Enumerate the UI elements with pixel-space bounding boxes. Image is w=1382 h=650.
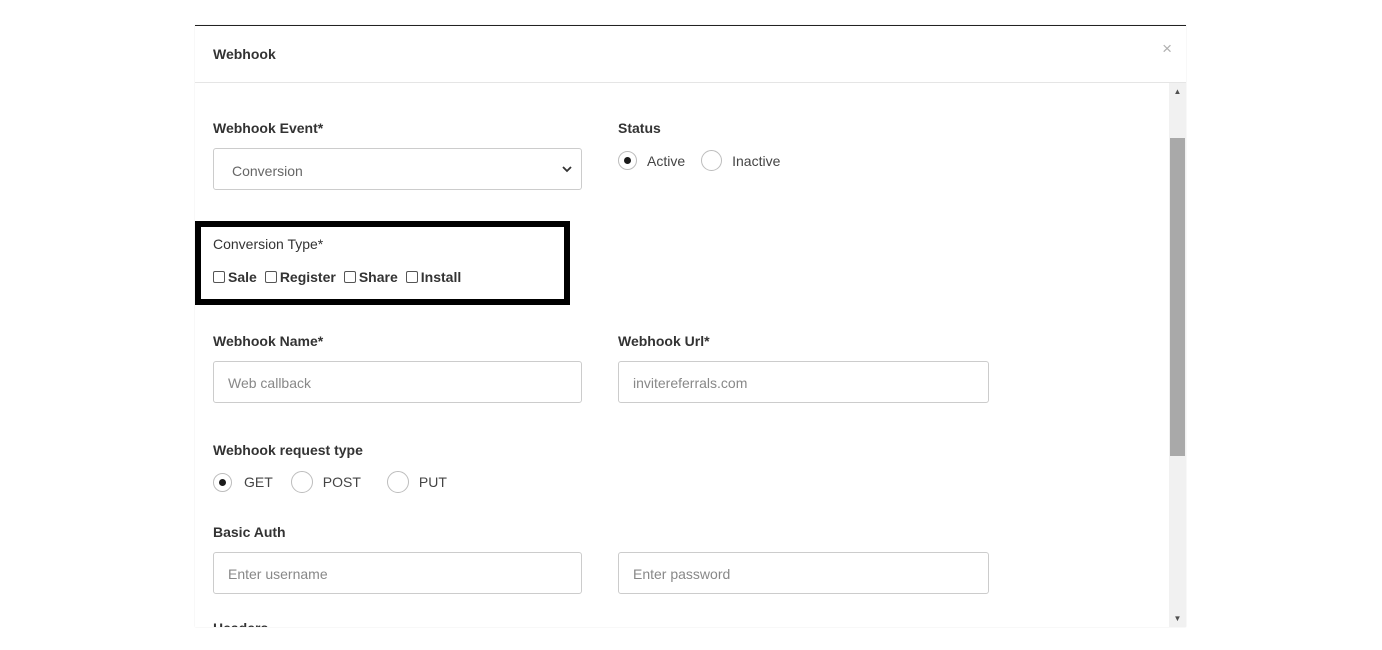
triangle-up-icon[interactable]: ▲ [1169, 83, 1186, 100]
status-active-label: Active [647, 152, 686, 169]
close-icon[interactable]: × [1162, 40, 1172, 57]
checkbox-icon [213, 271, 225, 283]
checkbox-sale-label: Sale [228, 269, 257, 285]
chevron-down-icon [562, 166, 572, 173]
modal-header: Webhook × [195, 26, 1186, 83]
username-input[interactable]: Enter username [213, 552, 582, 594]
webhook-event-value: Conversion [232, 163, 303, 179]
checkbox-install-label: Install [420, 269, 462, 285]
modal-title: Webhook [213, 46, 276, 62]
webhook-modal: Webhook × Webhook Event* Conversion Stat… [195, 25, 1186, 627]
radio-checked-icon [213, 472, 232, 492]
radio-unchecked-icon [701, 150, 723, 171]
request-get-radio[interactable]: GET [213, 472, 273, 492]
triangle-down-icon[interactable]: ▼ [1169, 610, 1186, 627]
checkbox-share[interactable]: Share [343, 269, 398, 285]
webhook-event-select[interactable]: Conversion [213, 148, 582, 190]
password-placeholder: Enter password [633, 566, 731, 582]
headers-label: Headers [213, 620, 268, 627]
webhook-url-label: Webhook Url* [618, 333, 710, 349]
request-post-label: POST [322, 474, 361, 490]
webhook-name-placeholder: Web callback [228, 375, 312, 391]
password-input[interactable]: Enter password [618, 552, 989, 594]
username-placeholder: Enter username [228, 566, 328, 582]
request-put-label: PUT [418, 474, 447, 490]
scrollbar-thumb[interactable] [1170, 138, 1185, 456]
modal-scrollbar[interactable]: ▲ ▼ [1169, 83, 1186, 627]
request-type-label: Webhook request type [213, 442, 363, 458]
webhook-name-input[interactable]: Web callback [213, 361, 582, 403]
status-inactive-label: Inactive [732, 152, 781, 169]
conversion-type-label: Conversion Type* [213, 236, 324, 252]
checkbox-icon [264, 271, 277, 283]
webhook-name-label: Webhook Name* [213, 333, 324, 349]
checkbox-install[interactable]: Install [405, 269, 462, 285]
checkbox-share-label: Share [358, 269, 398, 285]
checkbox-register-label: Register [279, 269, 336, 285]
status-inactive-radio[interactable]: Inactive [701, 150, 780, 171]
request-put-radio[interactable]: PUT [386, 471, 447, 493]
request-get-label: GET [244, 474, 273, 490]
checkbox-register[interactable]: Register [264, 269, 336, 285]
checkbox-sale[interactable]: Sale [213, 269, 257, 285]
request-post-radio[interactable]: POST [290, 471, 361, 493]
radio-unchecked-icon [290, 471, 313, 493]
request-type-radio-group: GET POST PUT [213, 471, 461, 493]
conversion-type-checkboxes: Sale Register Share Install [213, 269, 469, 285]
basic-auth-label: Basic Auth [213, 524, 286, 540]
radio-checked-icon [618, 151, 637, 170]
status-radio-group: Active Inactive [618, 150, 794, 171]
webhook-event-label: Webhook Event* [213, 120, 324, 136]
highlight-box [195, 221, 570, 305]
radio-unchecked-icon [386, 471, 409, 493]
status-active-radio[interactable]: Active [618, 151, 685, 170]
webhook-url-input[interactable]: invitereferrals.com [618, 361, 989, 403]
status-label: Status [618, 120, 661, 136]
webhook-url-placeholder: invitereferrals.com [633, 375, 748, 391]
checkbox-icon [343, 271, 356, 283]
checkbox-icon [405, 271, 418, 283]
